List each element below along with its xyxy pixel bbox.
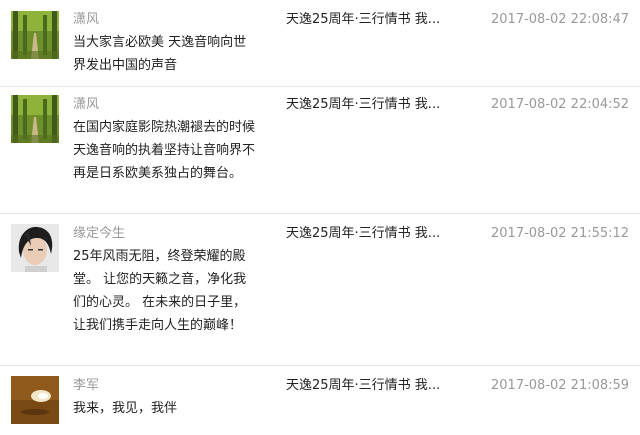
comment-time: 2017-08-02 22:04:52	[491, 97, 630, 112]
brown-light-avatar[interactable]	[11, 376, 59, 424]
comment-row: 李军 我来，我见，我伴 天逸25周年·三行情书 我... 2017-08-02 …	[0, 366, 640, 435]
comment-author[interactable]: 李军	[73, 376, 99, 396]
comment-time: 2017-08-02 21:08:59	[491, 378, 630, 393]
comment-content: 我来，我见，我伴	[73, 401, 178, 416]
comment-target-link[interactable]: 天逸25周年·三行情书 我...	[286, 95, 466, 115]
comment-time: 2017-08-02 21:55:12	[491, 226, 630, 241]
comment-author[interactable]: 缘定今生	[73, 224, 125, 244]
young-man-avatar[interactable]	[11, 224, 59, 272]
comment-content: 当大家言必欧美 天逸音响向世界发出中国的声音	[73, 35, 247, 73]
comment-target-link[interactable]: 天逸25周年·三行情书 我...	[286, 10, 466, 30]
comment-target-link[interactable]: 天逸25周年·三行情书 我...	[286, 376, 466, 396]
comment-row: 潇风 当大家言必欧美 天逸音响向世界发出中国的声音 天逸25周年·三行情书 我.…	[0, 0, 640, 87]
comment-list: 潇风 当大家言必欧美 天逸音响向世界发出中国的声音 天逸25周年·三行情书 我.…	[0, 0, 640, 435]
comment-content: 在国内家庭影院热潮褪去的时候 天逸音响的执着坚持让音响界不再是日系欧美系独占的舞…	[73, 120, 256, 181]
comment-content: 25年风雨无阻，终登荣耀的殿堂。 让您的天籁之音，净化我们的心灵。 在未来的日子…	[73, 249, 247, 333]
forest-path-avatar[interactable]	[11, 11, 59, 59]
comment-author[interactable]: 潇风	[73, 95, 99, 115]
comment-target-link[interactable]: 天逸25周年·三行情书 我...	[286, 224, 466, 244]
comment-row: 缘定今生 25年风雨无阻，终登荣耀的殿堂。 让您的天籁之音，净化我们的心灵。 在…	[0, 214, 640, 366]
forest-path-avatar[interactable]	[11, 95, 59, 143]
comment-time: 2017-08-02 22:08:47	[491, 12, 630, 27]
comment-row: 潇风 在国内家庭影院热潮褪去的时候 天逸音响的执着坚持让音响界不再是日系欧美系独…	[0, 87, 640, 214]
comment-author[interactable]: 潇风	[73, 10, 99, 30]
